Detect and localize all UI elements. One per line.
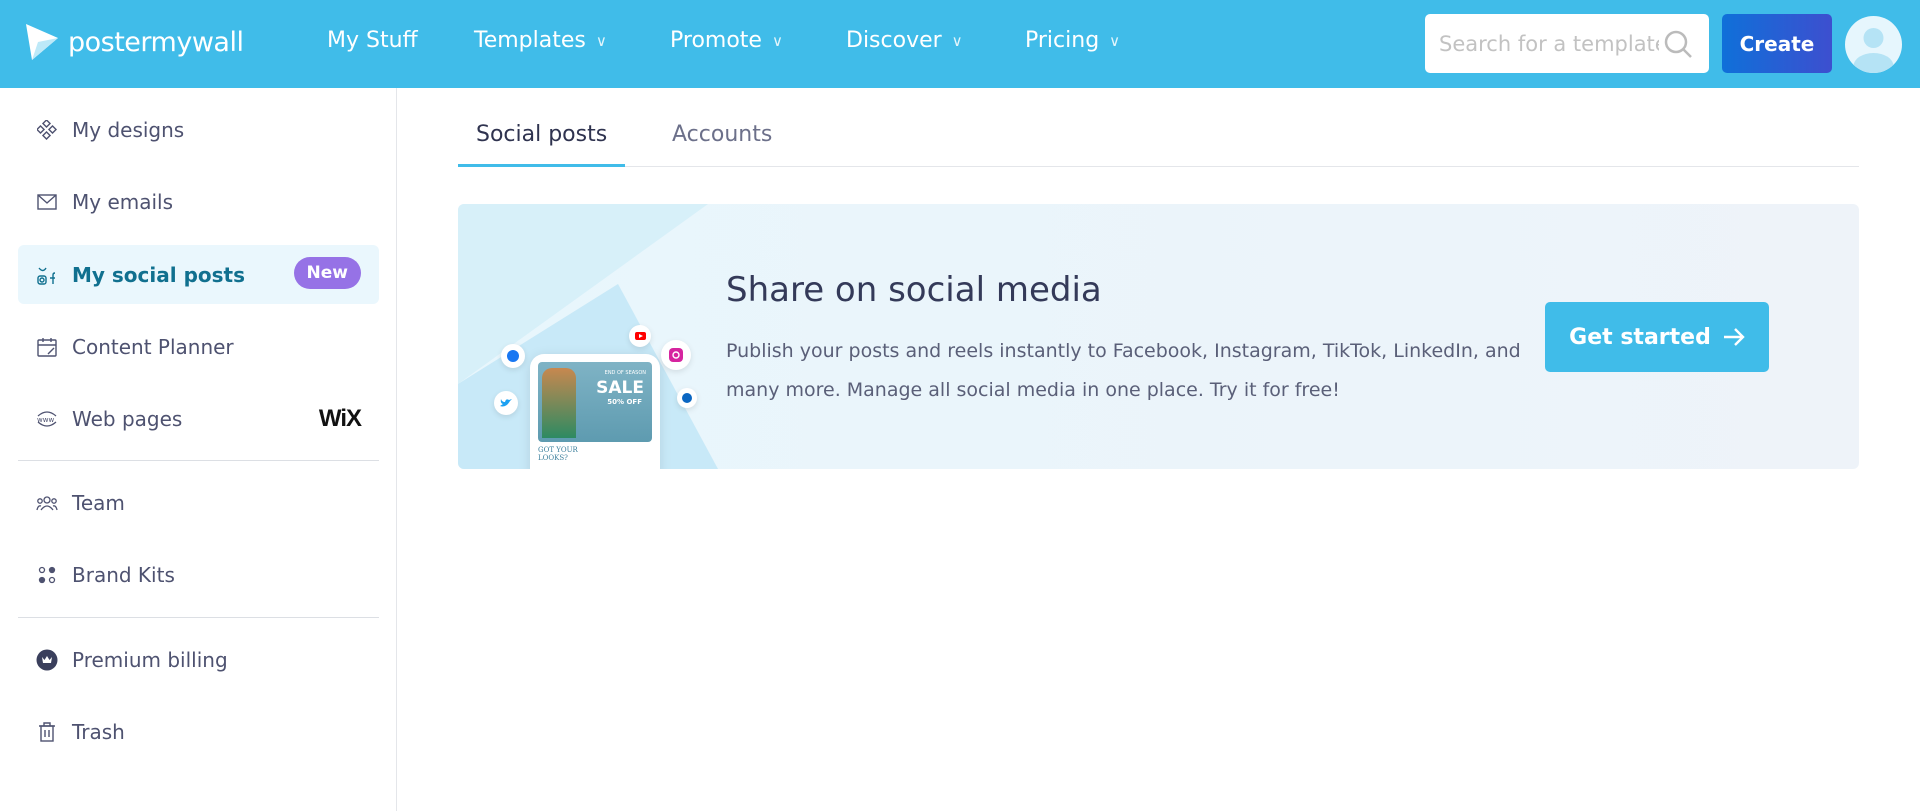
sidebar-item-label: Content Planner	[72, 334, 234, 359]
sidebar-item-trash[interactable]: Trash	[18, 702, 379, 761]
wix-logo: WiX	[318, 405, 362, 432]
designs-icon	[36, 119, 58, 141]
crown-icon	[36, 649, 58, 671]
instagram-icon	[661, 340, 691, 370]
nav-label: Discover	[846, 28, 942, 53]
tab-social-posts[interactable]: Social posts	[458, 122, 626, 167]
mock-tag: END OF SEASON	[604, 370, 646, 376]
chevron-down-icon: ∨	[951, 31, 963, 50]
brand-kits-icon	[36, 564, 58, 586]
logo-text: postermywall	[68, 26, 244, 58]
www-icon: www	[36, 408, 58, 430]
divider	[18, 460, 379, 461]
sidebar-item-content-planner[interactable]: Content Planner	[18, 317, 379, 376]
sidebar-item-label: My emails	[72, 189, 174, 214]
user-icon	[1853, 28, 1894, 73]
logo[interactable]: postermywall	[24, 22, 244, 62]
calendar-icon	[36, 336, 58, 358]
nav-my-stuff[interactable]: My Stuff	[327, 28, 418, 53]
sidebar-item-label: Web pages	[72, 406, 183, 431]
mock-headline: SALE	[596, 378, 644, 398]
avatar[interactable]	[1845, 16, 1902, 73]
top-nav: postermywall My Stuff Templates ∨ Promote…	[0, 0, 1920, 88]
sidebar-item-my-emails[interactable]: My emails	[18, 172, 379, 231]
sidebar-item-brand-kits[interactable]: Brand Kits	[18, 545, 379, 604]
chevron-down-icon: ∨	[771, 31, 783, 50]
chevron-down-icon: ∨	[595, 31, 607, 50]
banner-title: Share on social media	[726, 270, 1102, 310]
sidebar-item-label: My designs	[72, 117, 185, 142]
sidebar-item-web-pages[interactable]: www Web pages WiX	[18, 389, 379, 448]
new-badge: New	[293, 257, 361, 289]
sidebar-item-label: Trash	[72, 719, 125, 744]
tab-accounts[interactable]: Accounts	[672, 122, 772, 167]
button-label: Get started	[1569, 324, 1711, 350]
sidebar: My designs My emails My social posts New …	[0, 88, 397, 811]
envelope-icon	[36, 191, 58, 213]
team-icon	[36, 492, 58, 514]
linkedin-icon	[677, 388, 697, 408]
get-started-button[interactable]: Get started	[1545, 302, 1769, 372]
search-box	[1425, 14, 1709, 73]
social-icon	[36, 264, 58, 286]
phone-mockup: END OF SEASON SALE 50% OFF GOT YOUR LOOK…	[530, 354, 660, 469]
nav-promote[interactable]: Promote ∨	[670, 28, 783, 53]
nav-label: Pricing	[1025, 28, 1100, 53]
nav-label: Templates	[474, 28, 586, 53]
logo-icon	[26, 24, 58, 60]
nav-label: My Stuff	[327, 28, 418, 53]
mock-offer: 50% OFF	[607, 398, 642, 406]
search-icon[interactable]	[1663, 29, 1693, 59]
nav-discover[interactable]: Discover ∨	[846, 28, 963, 53]
tab-bar: Social posts Accounts	[458, 110, 1859, 167]
divider	[18, 617, 379, 618]
sidebar-item-label: My social posts	[72, 262, 245, 287]
sidebar-item-my-social-posts[interactable]: My social posts New	[18, 245, 379, 304]
youtube-icon	[629, 325, 651, 347]
sidebar-item-my-designs[interactable]: My designs	[18, 100, 379, 159]
twitter-icon	[494, 391, 518, 415]
chevron-down-icon: ∨	[1109, 31, 1121, 50]
banner-description: Publish your posts and reels instantly t…	[726, 340, 1521, 401]
nav-pricing[interactable]: Pricing ∨	[1025, 28, 1120, 53]
svg-text:www: www	[37, 416, 54, 424]
search-input[interactable]	[1439, 31, 1659, 56]
arrow-right-icon	[1723, 328, 1745, 346]
nav-templates[interactable]: Templates ∨	[474, 28, 607, 53]
sidebar-item-team[interactable]: Team	[18, 473, 379, 532]
social-media-banner: END OF SEASON SALE 50% OFF GOT YOUR LOOK…	[458, 204, 1859, 469]
nav-label: Promote	[670, 28, 762, 53]
facebook-icon	[501, 344, 525, 368]
create-button[interactable]: Create	[1722, 14, 1832, 73]
sidebar-item-label: Team	[72, 490, 125, 515]
sidebar-item-premium-billing[interactable]: Premium billing	[18, 630, 379, 689]
sidebar-item-label: Premium billing	[72, 647, 228, 672]
sidebar-item-label: Brand Kits	[72, 562, 175, 587]
mock-tagline: GOT YOUR LOOKS?	[538, 446, 578, 462]
trash-icon	[36, 721, 58, 743]
